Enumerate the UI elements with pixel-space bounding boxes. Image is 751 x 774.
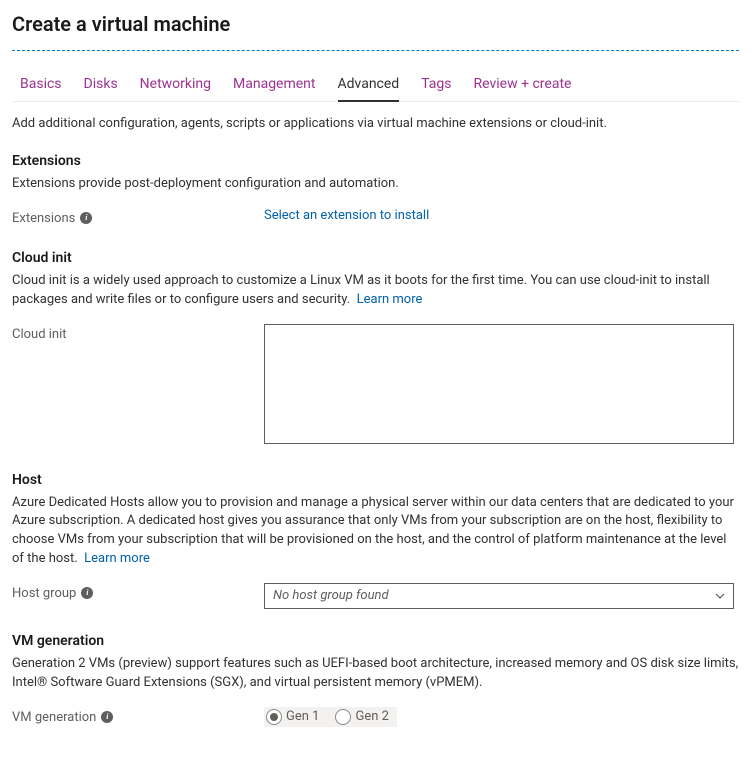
extensions-desc: Extensions provide post-deployment confi… <box>12 175 739 194</box>
select-extension-link[interactable]: Select an extension to install <box>264 208 429 223</box>
host-title: Host <box>12 472 739 488</box>
cloud-init-learn-more-link[interactable]: Learn more <box>357 292 423 307</box>
vm-generation-gen1-option[interactable]: Gen 1 <box>266 709 319 725</box>
tab-disks[interactable]: Disks <box>84 70 118 102</box>
tab-review-create[interactable]: Review + create <box>474 70 572 102</box>
info-icon[interactable]: i <box>81 587 93 599</box>
cloud-init-desc: Cloud init is a widely used approach to … <box>12 272 739 310</box>
cloud-init-title: Cloud init <box>12 250 739 266</box>
tab-management[interactable]: Management <box>233 70 315 102</box>
host-group-select[interactable]: No host group found <box>264 583 734 609</box>
host-desc: Azure Dedicated Hosts allow you to provi… <box>12 494 739 569</box>
radio-icon <box>266 709 282 725</box>
vm-generation-radio-group: Gen 1 Gen 2 <box>264 707 397 727</box>
cloud-init-label-text: Cloud init <box>12 327 67 342</box>
tab-bar: Basics Disks Networking Management Advan… <box>12 69 739 102</box>
vm-generation-field-label: VM generation i <box>12 707 264 725</box>
page-title: Create a virtual machine <box>12 12 739 36</box>
tab-networking[interactable]: Networking <box>140 70 211 102</box>
cloud-init-textarea[interactable] <box>264 324 734 444</box>
host-group-label-text: Host group <box>12 586 76 601</box>
extensions-field-label: Extensions i <box>12 208 264 226</box>
info-icon[interactable]: i <box>80 212 92 224</box>
host-section: Host Azure Dedicated Hosts allow you to … <box>12 472 739 609</box>
vm-generation-section: VM generation Generation 2 VMs (preview)… <box>12 633 739 727</box>
vm-generation-gen2-option[interactable]: Gen 2 <box>335 709 388 725</box>
vm-generation-label-text: VM generation <box>12 710 96 725</box>
host-learn-more-link[interactable]: Learn more <box>84 551 150 566</box>
cloud-init-section: Cloud init Cloud init is a widely used a… <box>12 250 739 448</box>
tab-basics[interactable]: Basics <box>20 70 62 102</box>
vm-generation-title: VM generation <box>12 633 739 649</box>
intro-text: Add additional configuration, agents, sc… <box>12 116 739 131</box>
divider <box>12 50 739 51</box>
extensions-section: Extensions Extensions provide post-deplo… <box>12 153 739 226</box>
vm-generation-desc: Generation 2 VMs (preview) support featu… <box>12 655 739 693</box>
host-group-field-label: Host group i <box>12 583 264 601</box>
info-icon[interactable]: i <box>101 711 113 723</box>
cloud-init-field-label: Cloud init <box>12 324 264 342</box>
radio-icon <box>335 709 351 725</box>
tab-advanced[interactable]: Advanced <box>338 70 400 102</box>
radio-label: Gen 1 <box>286 709 319 724</box>
extensions-label-text: Extensions <box>12 211 75 226</box>
radio-label: Gen 2 <box>355 709 388 724</box>
tab-tags[interactable]: Tags <box>421 70 451 102</box>
extensions-title: Extensions <box>12 153 739 169</box>
